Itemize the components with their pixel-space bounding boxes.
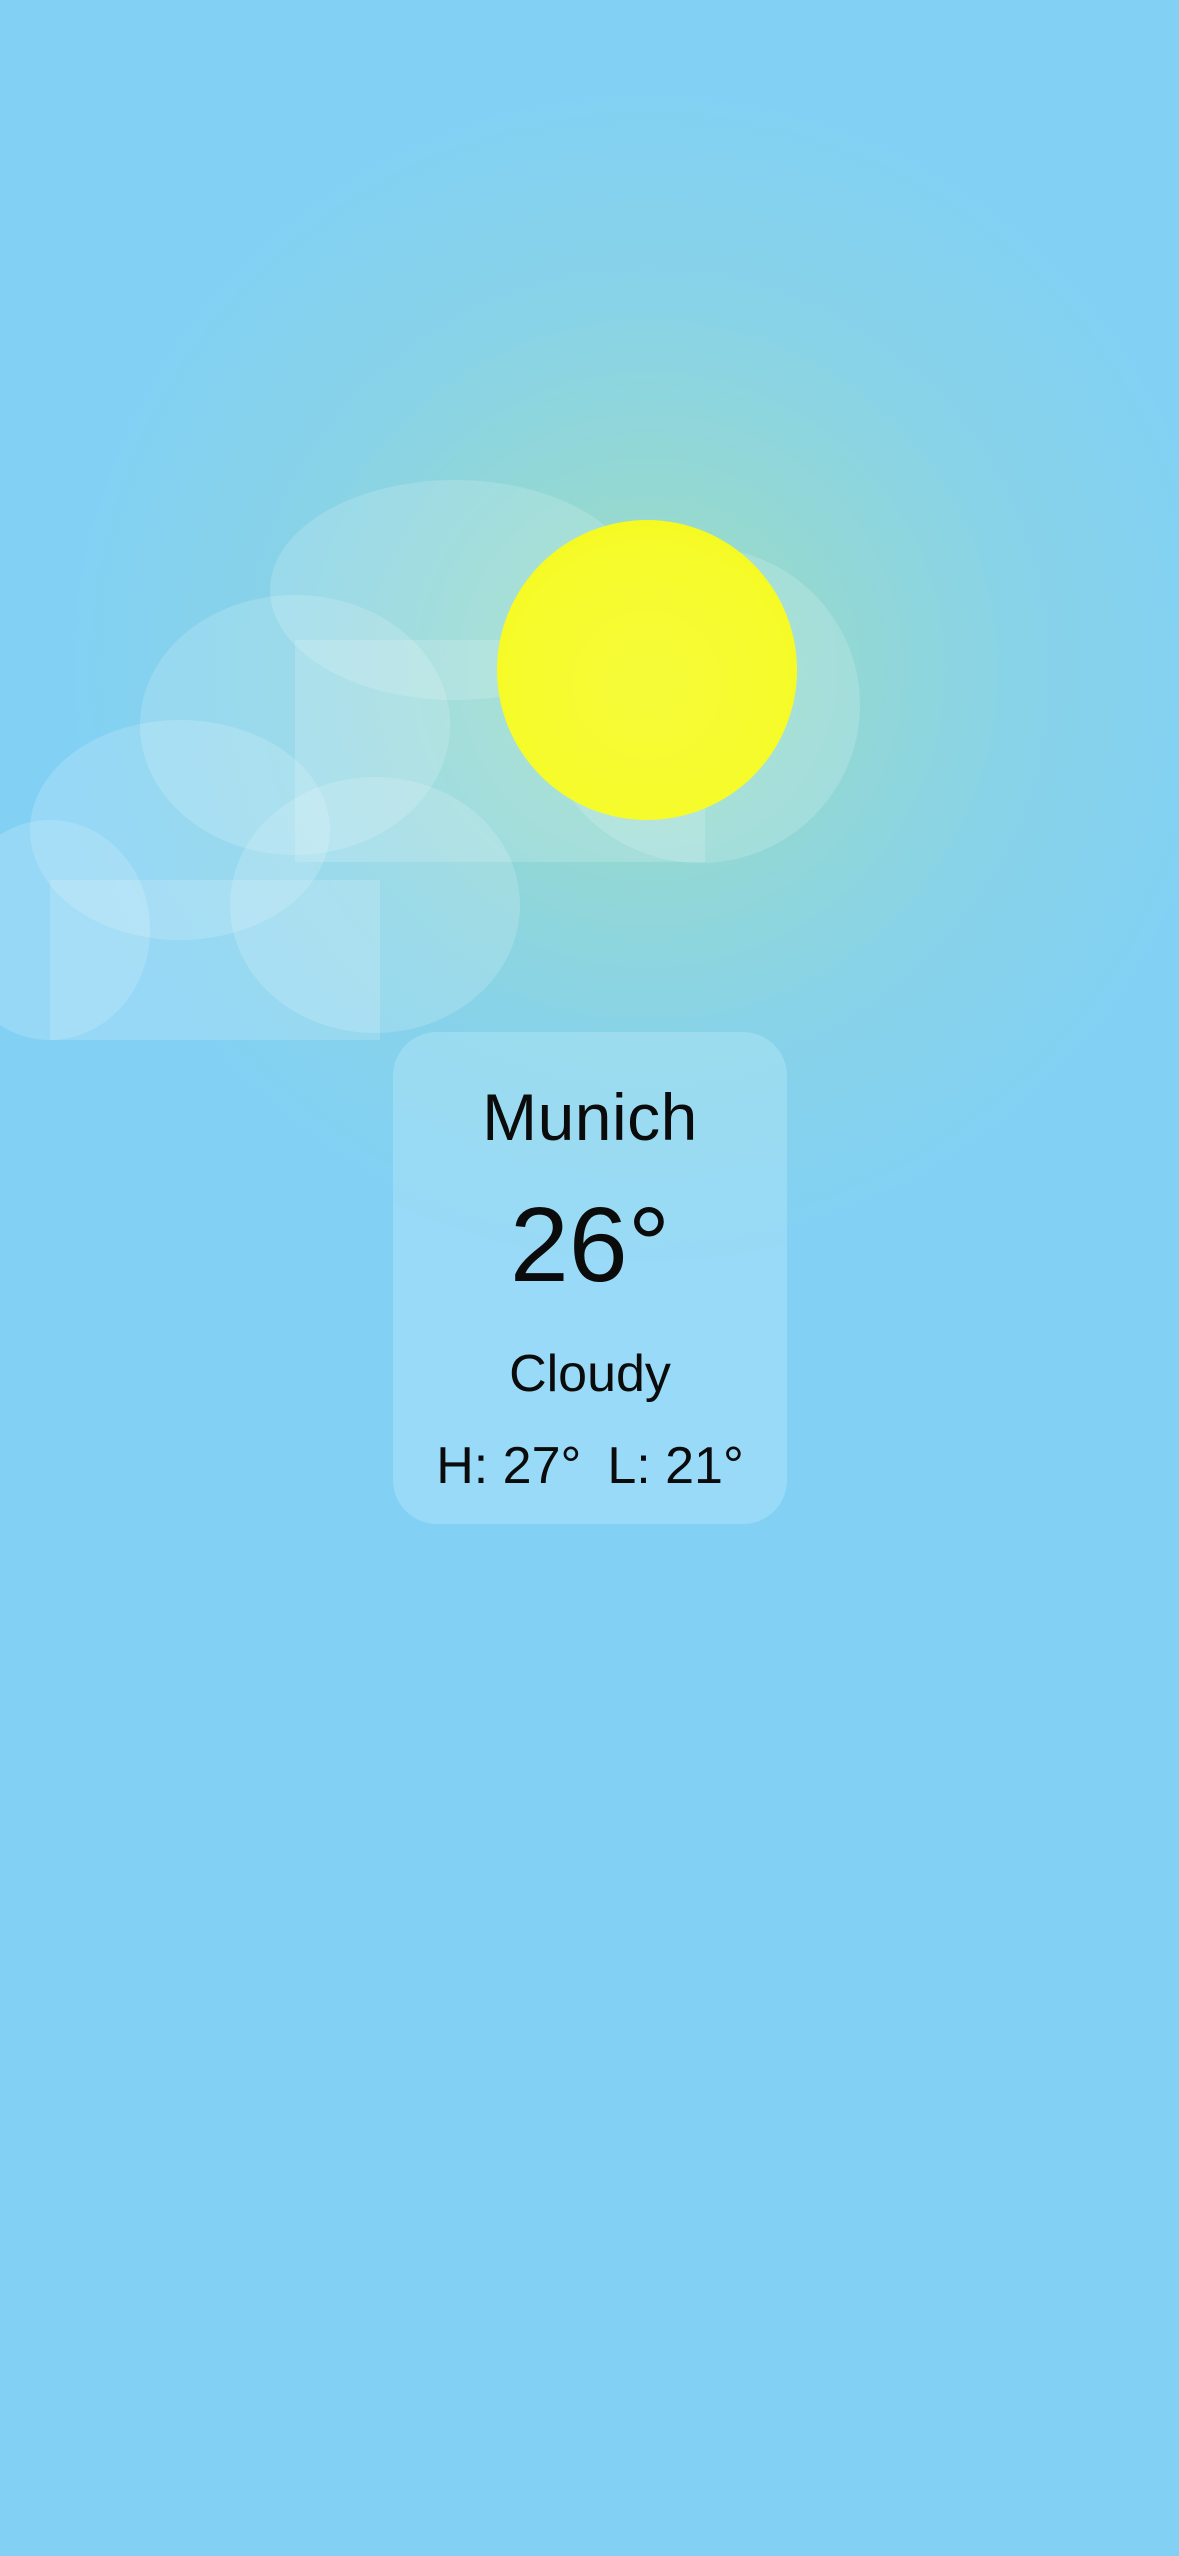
- low-temperature: L: 21°: [607, 1437, 744, 1495]
- city-name: Munich: [482, 1080, 698, 1154]
- sun-icon: [497, 520, 797, 820]
- high-temperature: H: 27°: [436, 1437, 582, 1495]
- weather-screen: Munich 26° Cloudy H: 27° L: 21°: [0, 0, 1179, 2556]
- weather-card: Munich 26° Cloudy H: 27° L: 21°: [393, 1032, 787, 1524]
- high-low-temperatures: H: 27° L: 21°: [436, 1440, 744, 1492]
- weather-condition: Cloudy: [509, 1345, 671, 1403]
- current-temperature: 26°: [509, 1186, 671, 1304]
